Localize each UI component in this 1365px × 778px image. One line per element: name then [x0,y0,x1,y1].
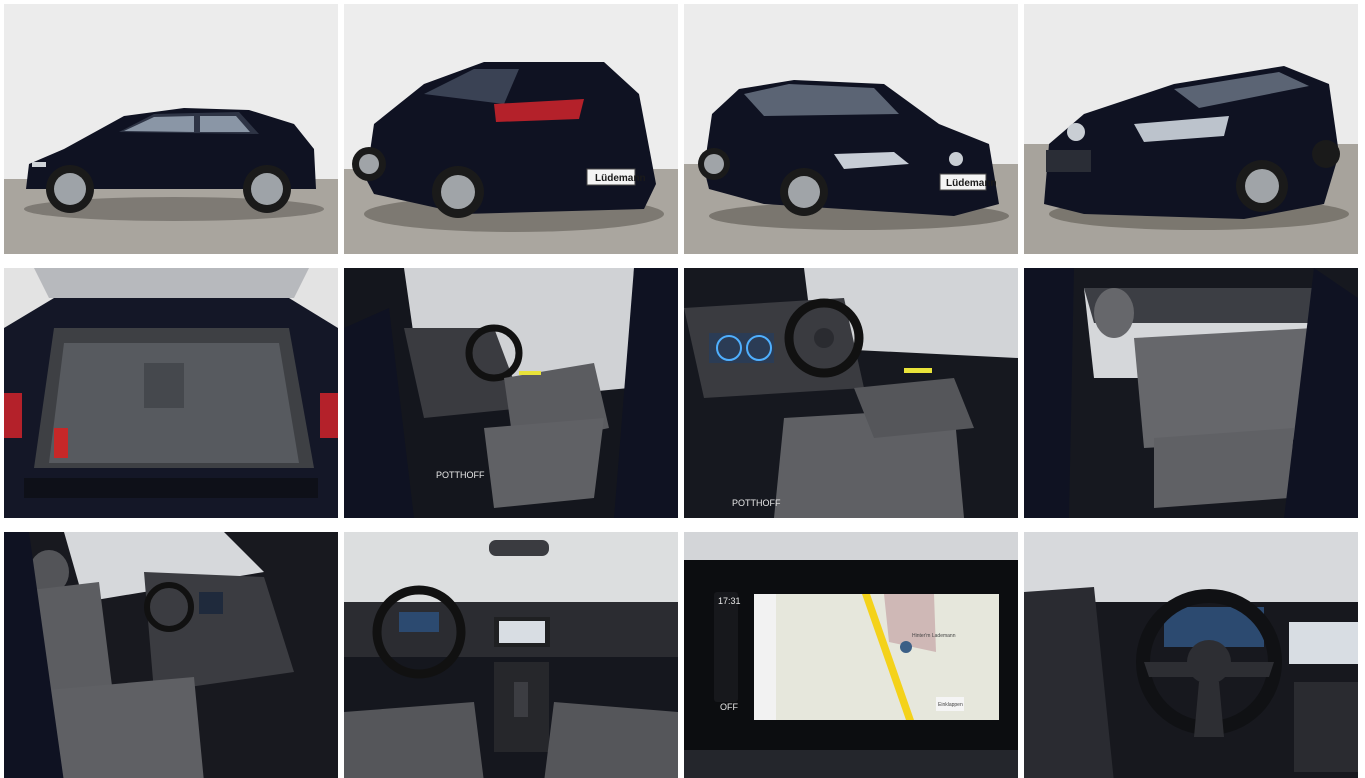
floor-mat-text: POTTHOFF [732,498,781,508]
gallery-photo-infotainment-screen[interactable]: 17:31 OFF Hinter'm Lademann Einklappen [684,532,1018,778]
clock-text: 17:31 [718,596,741,606]
gallery-photo-rear-seats[interactable] [1024,268,1358,518]
dealer-plate-text: Lüdemann [946,178,997,189]
photo-gallery: Lüdemann Lüdemann POTTHOFF POTTHOFF 17:3… [0,0,1365,778]
gallery-photo-steering-wheel[interactable] [1024,532,1358,778]
climate-off-text: OFF [720,702,738,712]
gallery-photo-front-three-quarter[interactable]: Lüdemann [684,4,1018,254]
gallery-photo-rear-three-quarter[interactable]: Lüdemann [344,4,678,254]
gallery-photo-front-view[interactable] [1024,4,1358,254]
gallery-photo-passenger-side-interior[interactable] [4,532,338,778]
dealer-plate-text: Lüdemann [595,173,646,184]
gallery-photo-driver-seat-dashboard[interactable]: POTTHOFF [684,268,1018,518]
gallery-photo-trunk[interactable] [4,268,338,518]
gallery-photo-dashboard-overview[interactable] [344,532,678,778]
gallery-photo-driver-door-interior[interactable]: POTTHOFF [344,268,678,518]
map-badge-text: Einklappen [938,702,963,708]
gallery-photo-side-view[interactable] [4,4,338,254]
floor-mat-text: POTTHOFF [436,470,485,480]
map-street-text: Hinter'm Lademann [912,633,956,639]
